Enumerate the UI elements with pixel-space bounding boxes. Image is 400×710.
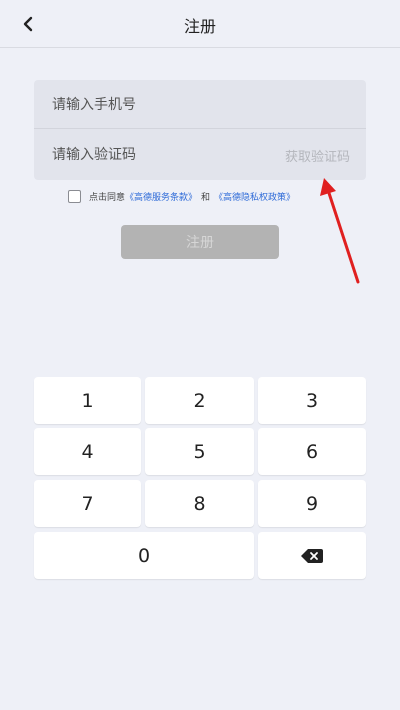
backspace-key[interactable] [258,532,366,579]
key-8[interactable]: 8 [145,480,254,527]
key-9[interactable]: 9 [258,480,366,527]
key-5[interactable]: 5 [145,428,254,475]
annotation-arrow [320,178,360,284]
key-0[interactable]: 0 [34,532,254,579]
backspace-icon [301,548,323,563]
key-4[interactable]: 4 [34,428,141,475]
key-2[interactable]: 2 [145,377,254,424]
key-3[interactable]: 3 [258,377,366,424]
key-7[interactable]: 7 [34,480,141,527]
key-1[interactable]: 1 [34,377,141,424]
key-6[interactable]: 6 [258,428,366,475]
